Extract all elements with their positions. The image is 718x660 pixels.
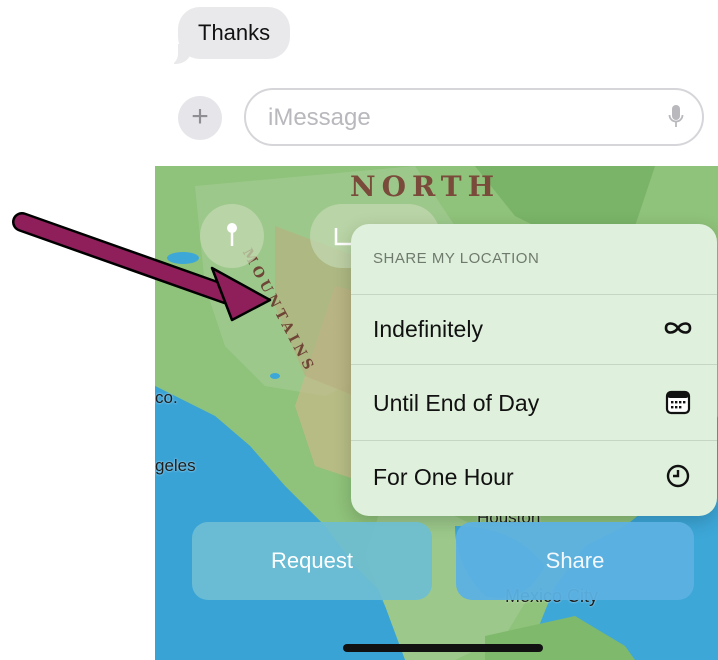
annotation-arrow: [12, 212, 272, 322]
